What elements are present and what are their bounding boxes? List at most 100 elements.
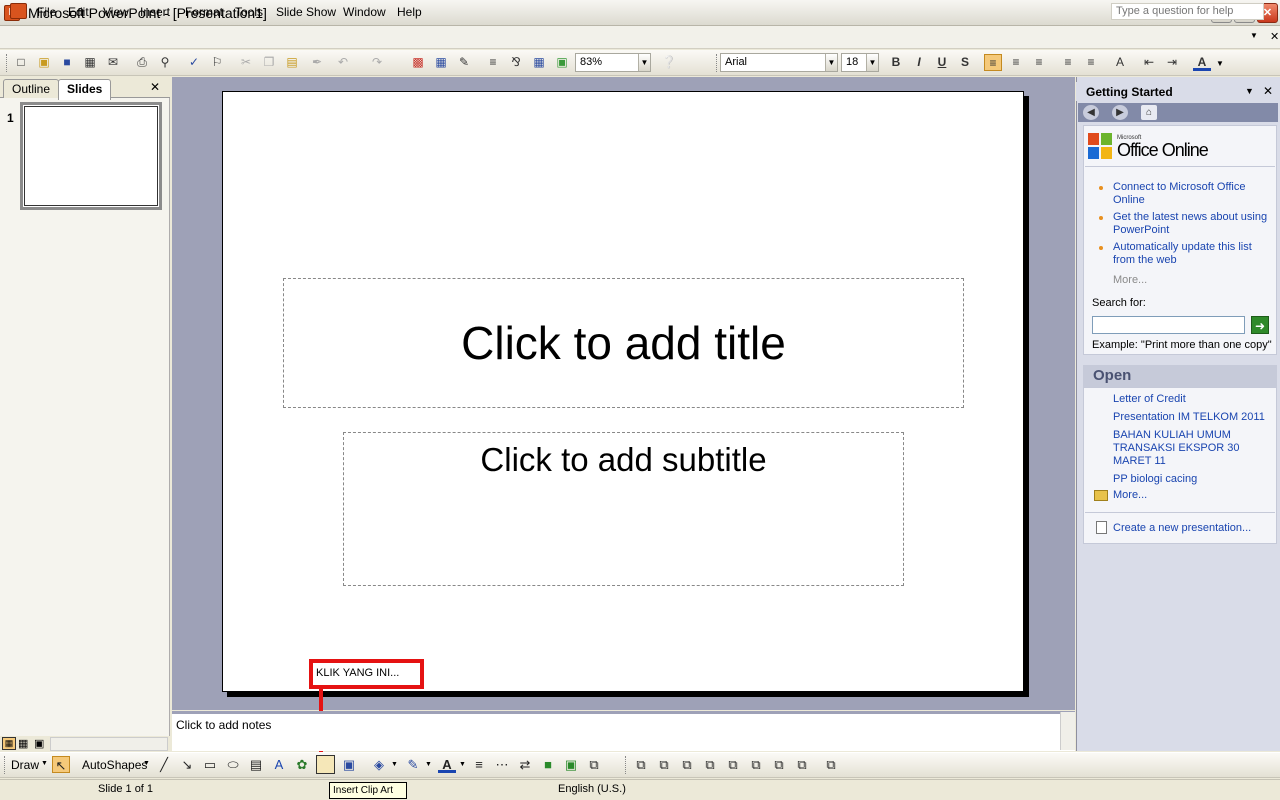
3d-style-icon[interactable]: ▣ [562, 756, 580, 773]
expand-all-icon[interactable]: ≡ [484, 54, 502, 71]
extra-icon[interactable]: ⧉ [585, 756, 603, 773]
font-name-combo[interactable]: Arial ▼ [720, 53, 838, 72]
permission-icon[interactable]: ▦ [81, 54, 99, 71]
color-grayscale-icon[interactable]: ▣ [553, 54, 571, 71]
italic-icon[interactable]: I [910, 54, 928, 71]
document-icon[interactable] [10, 3, 27, 19]
normal-view-icon[interactable]: ▦ [2, 737, 16, 750]
font-color-drawing-icon[interactable]: A [438, 756, 456, 773]
save-icon[interactable]: ■ [58, 54, 76, 71]
font-dropdown-icon[interactable]: ▼ [825, 54, 837, 71]
autoshapes-menu[interactable]: AutoShapes [82, 758, 147, 772]
arrow-icon[interactable]: ↘ [178, 756, 196, 773]
task-pane-close-icon[interactable]: ✕ [1263, 84, 1273, 98]
insert-table-icon[interactable]: ▦ [432, 54, 450, 71]
font-color-dropdown-icon[interactable]: ▼ [1216, 59, 1224, 68]
distribute-icon[interactable]: ⧉ [770, 756, 788, 773]
rectangle-icon[interactable]: ▭ [201, 756, 219, 773]
subtitle-placeholder[interactable]: Click to add subtitle [343, 432, 904, 586]
open-more-link[interactable]: More... [1113, 489, 1147, 502]
shadow-style-icon[interactable]: ■ [539, 756, 557, 773]
text-box-icon[interactable]: ▤ [247, 756, 265, 773]
align-icon[interactable]: ⧉ [747, 756, 765, 773]
align-right-icon[interactable]: ≡ [1030, 54, 1048, 71]
draw-dropdown-icon[interactable]: ▼ [41, 760, 48, 767]
menu-window[interactable]: Window [343, 5, 386, 19]
increase-font-icon[interactable]: A [1111, 54, 1129, 71]
back-icon[interactable]: ◀ [1083, 105, 1099, 120]
task-pane-dropdown-icon[interactable]: ▼ [1245, 86, 1254, 96]
notes-scrollbar[interactable] [1060, 712, 1075, 750]
email-icon[interactable]: ✉ [104, 54, 122, 71]
menu-file[interactable]: File [37, 5, 56, 19]
notes-pane[interactable] [172, 711, 1075, 751]
toolbar-grip[interactable] [6, 54, 9, 72]
open-file-item[interactable]: PP biologi cacing [1113, 473, 1197, 486]
insert-chart-icon[interactable]: ▩ [409, 54, 427, 71]
edit-points-icon[interactable]: ⧉ [822, 756, 840, 773]
horizontal-scrollbar[interactable] [50, 737, 168, 751]
insert-clip-art-button[interactable] [316, 755, 335, 774]
line-style-icon[interactable]: ≡ [470, 756, 488, 773]
home-icon[interactable]: ⌂ [1141, 105, 1157, 120]
search-input[interactable] [1092, 316, 1245, 334]
ungroup-icon[interactable]: ⧉ [655, 756, 673, 773]
wordart-icon[interactable]: A [270, 756, 288, 773]
center-icon[interactable]: ≡ [1007, 54, 1025, 71]
decrease-indent-icon[interactable]: ⇤ [1140, 54, 1158, 71]
menu-edit[interactable]: Edit [68, 5, 89, 19]
draw-menu[interactable]: Draw [11, 758, 39, 772]
size-dropdown-icon[interactable]: ▼ [866, 54, 878, 71]
slide-show-view-icon[interactable]: ▣ [34, 737, 44, 750]
copy-icon[interactable]: ❐ [260, 54, 278, 71]
font-color-dropdown-icon[interactable]: ▼ [459, 761, 466, 768]
link-connect-office-online[interactable]: Connect to Microsoft Office Online [1113, 181, 1271, 207]
menu-help[interactable]: Help [397, 5, 422, 19]
group-icon[interactable]: ⧉ [632, 756, 650, 773]
help-dropdown-icon[interactable]: ▼ [1250, 31, 1258, 40]
open-file-item[interactable]: BAHAN KULIAH UMUM TRANSAKSI EKSPOR 30 MA… [1113, 429, 1271, 468]
tab-outline[interactable]: Outline [3, 79, 60, 98]
close-document-icon[interactable]: ✕ [1270, 30, 1279, 43]
cut-icon[interactable]: ✂ [237, 54, 255, 71]
arrow-style-icon[interactable]: ⇄ [516, 756, 534, 773]
numbering-icon[interactable]: ≡ [1059, 54, 1077, 71]
bring-forward-icon[interactable]: ⧉ [701, 756, 719, 773]
slide-sorter-icon[interactable]: ▦ [18, 737, 28, 750]
zoom-combo[interactable]: 83% ▼ [575, 53, 651, 72]
font-size-combo[interactable]: 18 ▼ [841, 53, 879, 72]
search-go-button[interactable]: ➜ [1251, 316, 1269, 334]
insert-picture-icon[interactable]: ▣ [340, 756, 358, 773]
bold-icon[interactable]: B [887, 54, 905, 71]
toolbar-grip[interactable] [4, 756, 7, 774]
paste-icon[interactable]: ▤ [283, 54, 301, 71]
dash-style-icon[interactable]: ⋯ [493, 756, 511, 773]
menu-format[interactable]: Format [185, 5, 223, 19]
spelling-icon[interactable]: ✓ [185, 54, 203, 71]
regroup-icon[interactable]: ⧉ [678, 756, 696, 773]
open-icon[interactable]: ▣ [35, 54, 53, 71]
toolbar-grip[interactable] [625, 756, 628, 774]
open-file-item[interactable]: Letter of Credit [1113, 393, 1186, 406]
print-preview-icon[interactable]: ⚲ [156, 54, 174, 71]
align-left-icon[interactable]: ≡ [984, 54, 1002, 71]
title-placeholder[interactable]: Click to add title [283, 278, 964, 408]
line-color-icon[interactable]: ✎ [404, 756, 422, 773]
new-icon[interactable]: □ [12, 54, 30, 71]
increase-indent-icon[interactable]: ⇥ [1163, 54, 1181, 71]
underline-icon[interactable]: U [933, 54, 951, 71]
shadow-icon[interactable]: S [956, 54, 974, 71]
select-objects-icon[interactable]: ↖ [52, 756, 70, 773]
show-formatting-icon[interactable]: ⅋ [507, 54, 525, 71]
link-auto-update[interactable]: Automatically update this list from the … [1113, 241, 1263, 267]
menu-view[interactable]: View [103, 5, 129, 19]
help-search-input[interactable]: Type a question for help [1111, 3, 1264, 20]
research-icon[interactable]: ⚐ [208, 54, 226, 71]
bullets-icon[interactable]: ≡ [1082, 54, 1100, 71]
redo-icon[interactable]: ↷ [368, 54, 386, 71]
send-backward-icon[interactable]: ⧉ [724, 756, 742, 773]
line-icon[interactable]: ╱ [155, 756, 173, 773]
format-painter-icon[interactable]: ✒ [308, 54, 326, 71]
show-grid-icon[interactable]: ▦ [530, 54, 548, 71]
notes-placeholder[interactable]: Click to add notes [176, 718, 271, 732]
